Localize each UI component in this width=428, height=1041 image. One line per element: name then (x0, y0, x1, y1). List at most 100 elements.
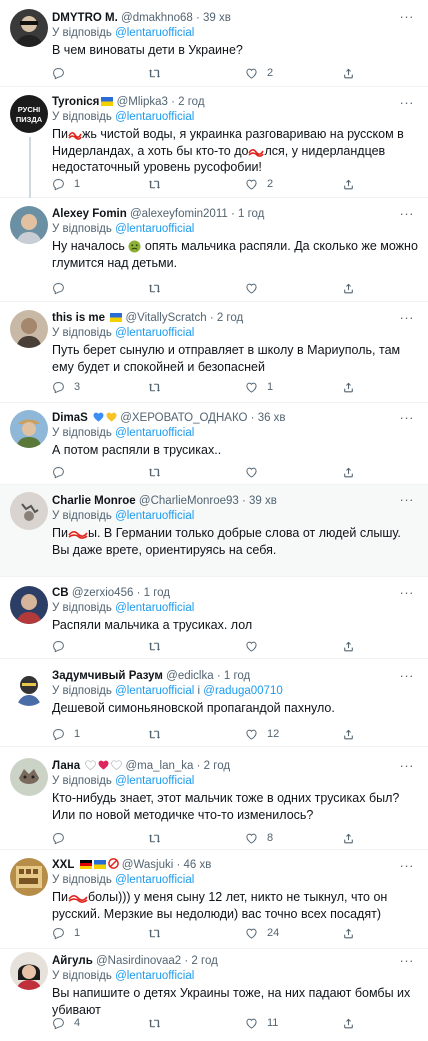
tweet[interactable]: CB @zerxio456 · 1 год У відповідь @lenta… (0, 577, 428, 659)
author-handle[interactable]: @Mlipka3 (117, 96, 168, 108)
more-icon[interactable]: ··· (400, 585, 415, 600)
avatar[interactable] (10, 310, 48, 348)
author-name[interactable]: CB (52, 587, 69, 599)
reply-button[interactable] (52, 830, 65, 846)
share-button[interactable] (342, 726, 355, 742)
timestamp[interactable]: · 39 хв (242, 495, 277, 507)
share-button[interactable] (342, 65, 355, 81)
more-icon[interactable]: ··· (400, 668, 415, 683)
author-name[interactable]: Айгуль (52, 955, 93, 967)
reply-target-link[interactable]: @lentaruofficial (115, 27, 194, 39)
like-button[interactable]: 2 (245, 176, 273, 192)
author-handle[interactable]: @alexeyfomin2011 (130, 208, 228, 220)
reply-target-link[interactable]: @lentaruofficial (115, 602, 194, 614)
like-button[interactable]: 8 (245, 830, 273, 846)
share-button[interactable] (342, 1015, 355, 1031)
like-button[interactable]: 1 (245, 379, 273, 395)
author-name[interactable]: Задумчивый Разум (52, 670, 163, 682)
reply-button[interactable]: 1 (52, 726, 80, 742)
retweet-button[interactable] (148, 1015, 161, 1031)
avatar[interactable] (10, 206, 48, 244)
reply-button[interactable] (52, 464, 65, 480)
timestamp[interactable]: · 39 хв (196, 12, 231, 24)
tweet[interactable]: РУСНІ ПИЗДА Tyronicя @Mlipka3 · 2 год У в… (0, 87, 428, 198)
avatar[interactable] (10, 952, 48, 990)
share-button[interactable] (342, 379, 355, 395)
share-button[interactable] (342, 830, 355, 846)
share-button[interactable] (342, 638, 355, 654)
retweet-button[interactable] (148, 65, 161, 81)
share-button[interactable] (342, 280, 355, 296)
reply-target-link[interactable]: @lentaruofficial (115, 874, 194, 886)
like-button[interactable]: 2 (245, 65, 273, 81)
timestamp[interactable]: · 2 год (184, 955, 217, 967)
tweet[interactable]: Айгуль @Nasirdinovaa2 · 2 год У відповід… (0, 949, 428, 1041)
avatar[interactable] (10, 492, 48, 530)
author-name[interactable]: XXL (52, 859, 74, 871)
author-handle[interactable]: @Nasirdinovaa2 (96, 955, 181, 967)
author-name[interactable]: DMYTRO M. (52, 12, 118, 24)
more-icon[interactable]: ··· (400, 310, 415, 325)
timestamp[interactable]: · 2 год (197, 760, 230, 772)
share-button[interactable] (342, 176, 355, 192)
avatar[interactable]: РУСНІ ПИЗДА (10, 95, 48, 133)
author-handle[interactable]: @Wasjuki (122, 859, 174, 871)
more-icon[interactable]: ··· (400, 758, 415, 773)
avatar[interactable] (10, 410, 48, 448)
reply-button[interactable]: 1 (52, 176, 80, 192)
timestamp[interactable]: · 36 хв (251, 412, 286, 424)
tweet[interactable]: Задумчивый Разум @ediclka · 1 год У відп… (0, 659, 428, 747)
timestamp[interactable]: · 2 год (210, 312, 243, 324)
reply-target-link[interactable]: @lentaruofficial (115, 427, 194, 439)
reply-button[interactable] (52, 65, 65, 81)
reply-target-link[interactable]: @lentaruofficial (115, 685, 194, 697)
more-icon[interactable]: ··· (400, 410, 415, 425)
more-icon[interactable]: ··· (400, 206, 415, 221)
reply-target-link[interactable]: @lentaruofficial (115, 510, 194, 522)
avatar[interactable] (10, 758, 48, 796)
reply-button[interactable]: 4 (52, 1015, 80, 1031)
author-name[interactable]: Tyronicя (52, 96, 99, 108)
author-name[interactable]: Alexey Fomin (52, 208, 127, 220)
like-button[interactable] (245, 638, 258, 654)
timestamp[interactable]: · 1 год (217, 670, 250, 682)
author-handle[interactable]: @zerxio456 (72, 587, 134, 599)
avatar[interactable] (10, 9, 48, 47)
like-button[interactable] (245, 464, 258, 480)
tweet[interactable]: Alexey Fomin @alexeyfomin2011 · 1 год У … (0, 198, 428, 302)
like-button[interactable]: 24 (245, 925, 279, 941)
share-button[interactable] (342, 925, 355, 941)
author-name[interactable]: Charlie Monroe (52, 495, 136, 507)
avatar[interactable] (10, 668, 48, 706)
author-handle[interactable]: @CharlieMonroe93 (139, 495, 239, 507)
reply-target-link[interactable]: @lentaruofficial (115, 327, 194, 339)
tweet[interactable]: XXL @Wasjuki · 46 хв У відповідь @lentar… (0, 850, 428, 949)
more-icon[interactable]: ··· (400, 9, 415, 24)
retweet-button[interactable] (148, 925, 161, 941)
reply-button[interactable]: 1 (52, 925, 80, 941)
timestamp[interactable]: · 46 хв (177, 859, 212, 871)
like-button[interactable]: 12 (245, 726, 279, 742)
more-icon[interactable]: ··· (400, 492, 415, 507)
more-icon[interactable]: ··· (400, 858, 415, 873)
retweet-button[interactable] (148, 176, 161, 192)
share-button[interactable] (342, 464, 355, 480)
retweet-button[interactable] (148, 830, 161, 846)
author-handle[interactable]: @ХЕРОВАТО_ОДНАКО (120, 412, 247, 424)
timestamp[interactable]: · 2 год (171, 96, 204, 108)
like-button[interactable]: 11 (245, 1015, 278, 1031)
avatar[interactable] (10, 586, 48, 624)
reply-target-link[interactable]: @raduga00710 (203, 685, 282, 697)
tweet[interactable]: DMYTRO M. @dmakhno68 · 39 хв У відповідь… (0, 0, 428, 87)
reply-button[interactable] (52, 280, 65, 296)
reply-button[interactable] (52, 638, 65, 654)
reply-target-link[interactable]: @lentaruofficial (115, 970, 194, 982)
retweet-button[interactable] (148, 464, 161, 480)
timestamp[interactable]: · 1 год (137, 587, 170, 599)
author-name[interactable]: Лана (52, 760, 80, 772)
retweet-button[interactable] (148, 726, 161, 742)
author-handle[interactable]: @VitallyScratch (125, 312, 206, 324)
tweet[interactable]: Charlie Monroe @CharlieMonroe93 · 39 хв … (0, 485, 428, 577)
more-icon[interactable]: ··· (400, 95, 415, 110)
avatar[interactable] (10, 858, 48, 896)
